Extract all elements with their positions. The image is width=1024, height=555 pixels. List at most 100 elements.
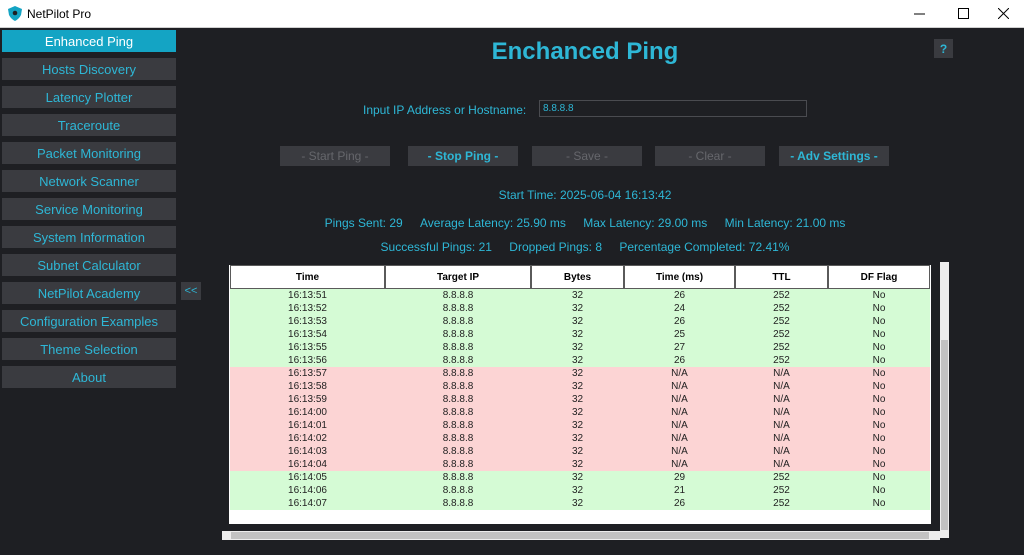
table-cell: 8.8.8.8 — [385, 419, 531, 432]
table-cell: 16:14:04 — [230, 458, 385, 471]
table-cell: 16:13:57 — [230, 367, 385, 380]
table-cell: 8.8.8.8 — [385, 484, 531, 497]
column-header-df-flag[interactable]: DF Flag — [828, 265, 930, 289]
table-row[interactable]: 16:13:56 8.8.8.8 32 26 252 No — [230, 354, 930, 367]
table-cell: 16:13:51 — [230, 289, 385, 302]
table-cell: 32 — [531, 458, 624, 471]
table-cell: 8.8.8.8 — [385, 380, 531, 393]
column-header-ttl[interactable]: TTL — [735, 265, 828, 289]
minimize-button[interactable] — [896, 0, 942, 27]
table-cell: 21 — [624, 484, 735, 497]
dropped-pings: Dropped Pings: 8 — [509, 240, 603, 254]
sidebar-item-service-monitoring[interactable]: Service Monitoring — [2, 198, 176, 220]
table-cell: No — [828, 497, 930, 510]
adv-settings-button[interactable]: - Adv Settings - — [779, 146, 889, 166]
start-ping-button[interactable]: - Start Ping - — [280, 146, 390, 166]
collapse-sidebar-button[interactable]: << — [181, 282, 201, 300]
successful-pings: Successful Pings: 21 — [380, 240, 492, 254]
table-row[interactable]: 16:14:06 8.8.8.8 32 21 252 No — [230, 484, 930, 497]
horizontal-scrollbar[interactable] — [222, 531, 940, 540]
column-header-time[interactable]: Time — [230, 265, 385, 289]
ip-address-input[interactable] — [539, 100, 807, 117]
column-header-bytes[interactable]: Bytes — [531, 265, 624, 289]
vertical-scrollbar-thumb[interactable] — [941, 340, 948, 530]
table-row[interactable]: 16:14:04 8.8.8.8 32 N/A N/A No — [230, 458, 930, 471]
table-row[interactable]: 16:13:59 8.8.8.8 32 N/A N/A No — [230, 393, 930, 406]
table-cell: 24 — [624, 302, 735, 315]
table-cell: No — [828, 484, 930, 497]
table-cell: 32 — [531, 497, 624, 510]
table-cell: 16:13:56 — [230, 354, 385, 367]
table-cell: N/A — [735, 406, 828, 419]
table-cell: No — [828, 471, 930, 484]
table-cell: 8.8.8.8 — [385, 354, 531, 367]
table-cell: 16:13:54 — [230, 328, 385, 341]
table-row[interactable]: 16:13:55 8.8.8.8 32 27 252 No — [230, 341, 930, 354]
table-cell: 32 — [531, 315, 624, 328]
clear-button[interactable]: - Clear - — [655, 146, 765, 166]
table-header-row: Time Target IP Bytes Time (ms) TTL DF Fl… — [230, 265, 930, 289]
table-row[interactable]: 16:14:00 8.8.8.8 32 N/A N/A No — [230, 406, 930, 419]
title-bar: NetPilot Pro — [0, 0, 1024, 28]
table-cell: 32 — [531, 354, 624, 367]
table-cell: 27 — [624, 341, 735, 354]
table-cell: 8.8.8.8 — [385, 445, 531, 458]
table-cell: 16:14:02 — [230, 432, 385, 445]
table-row[interactable]: 16:13:53 8.8.8.8 32 26 252 No — [230, 315, 930, 328]
table-cell: 252 — [735, 497, 828, 510]
table-cell: N/A — [624, 458, 735, 471]
table-cell: No — [828, 380, 930, 393]
close-button[interactable] — [980, 0, 1024, 27]
table-cell: No — [828, 419, 930, 432]
table-cell: 32 — [531, 432, 624, 445]
table-row[interactable]: 16:14:03 8.8.8.8 32 N/A N/A No — [230, 445, 930, 458]
sidebar-item-theme-selection[interactable]: Theme Selection — [2, 338, 176, 360]
table-cell: N/A — [624, 406, 735, 419]
page-title: Enchanced Ping — [491, 38, 679, 65]
table-row[interactable]: 16:13:52 8.8.8.8 32 24 252 No — [230, 302, 930, 315]
table-cell: 32 — [531, 406, 624, 419]
table-cell: N/A — [624, 367, 735, 380]
table-cell: 16:13:55 — [230, 341, 385, 354]
sidebar-item-traceroute[interactable]: Traceroute — [2, 114, 176, 136]
table-cell: 252 — [735, 289, 828, 302]
vertical-scrollbar[interactable] — [940, 262, 949, 538]
table-row[interactable]: 16:14:07 8.8.8.8 32 26 252 No — [230, 497, 930, 510]
table-cell: N/A — [735, 367, 828, 380]
sidebar-item-system-information[interactable]: System Information — [2, 226, 176, 248]
sidebar-item-netpilot-academy[interactable]: NetPilot Academy — [2, 282, 176, 304]
table-cell: 8.8.8.8 — [385, 302, 531, 315]
table-row[interactable]: 16:13:57 8.8.8.8 32 N/A N/A No — [230, 367, 930, 380]
horizontal-scrollbar-thumb[interactable] — [231, 532, 929, 539]
table-cell: 16:14:06 — [230, 484, 385, 497]
table-row[interactable]: 16:14:01 8.8.8.8 32 N/A N/A No — [230, 419, 930, 432]
sidebar-item-about[interactable]: About — [2, 366, 176, 388]
sidebar-item-hosts-discovery[interactable]: Hosts Discovery — [2, 58, 176, 80]
table-cell: No — [828, 354, 930, 367]
sidebar-item-configuration-examples[interactable]: Configuration Examples — [2, 310, 176, 332]
table-row[interactable]: 16:13:51 8.8.8.8 32 26 252 No — [230, 289, 930, 302]
table-cell: No — [828, 406, 930, 419]
table-cell: 8.8.8.8 — [385, 328, 531, 341]
table-cell: No — [828, 341, 930, 354]
column-header-time-ms[interactable]: Time (ms) — [624, 265, 735, 289]
stop-ping-button[interactable]: - Stop Ping - — [408, 146, 518, 166]
help-button[interactable]: ? — [934, 39, 953, 58]
pings-sent: Pings Sent: 29 — [324, 216, 403, 230]
table-cell: No — [828, 302, 930, 315]
table-cell: 26 — [624, 315, 735, 328]
sidebar-item-enhanced-ping[interactable]: Enhanced Ping — [2, 30, 176, 52]
save-button[interactable]: - Save - — [532, 146, 642, 166]
table-row[interactable]: 16:14:02 8.8.8.8 32 N/A N/A No — [230, 432, 930, 445]
table-cell: 32 — [531, 328, 624, 341]
sidebar: Enhanced Ping Hosts Discovery Latency Pl… — [0, 28, 180, 555]
sidebar-item-packet-monitoring[interactable]: Packet Monitoring — [2, 142, 176, 164]
sidebar-item-subnet-calculator[interactable]: Subnet Calculator — [2, 254, 176, 276]
sidebar-item-network-scanner[interactable]: Network Scanner — [2, 170, 176, 192]
table-row[interactable]: 16:13:54 8.8.8.8 32 25 252 No — [230, 328, 930, 341]
table-row[interactable]: 16:14:05 8.8.8.8 32 29 252 No — [230, 471, 930, 484]
table-cell: 16:13:53 — [230, 315, 385, 328]
sidebar-item-latency-plotter[interactable]: Latency Plotter — [2, 86, 176, 108]
table-row[interactable]: 16:13:58 8.8.8.8 32 N/A N/A No — [230, 380, 930, 393]
column-header-target-ip[interactable]: Target IP — [385, 265, 531, 289]
